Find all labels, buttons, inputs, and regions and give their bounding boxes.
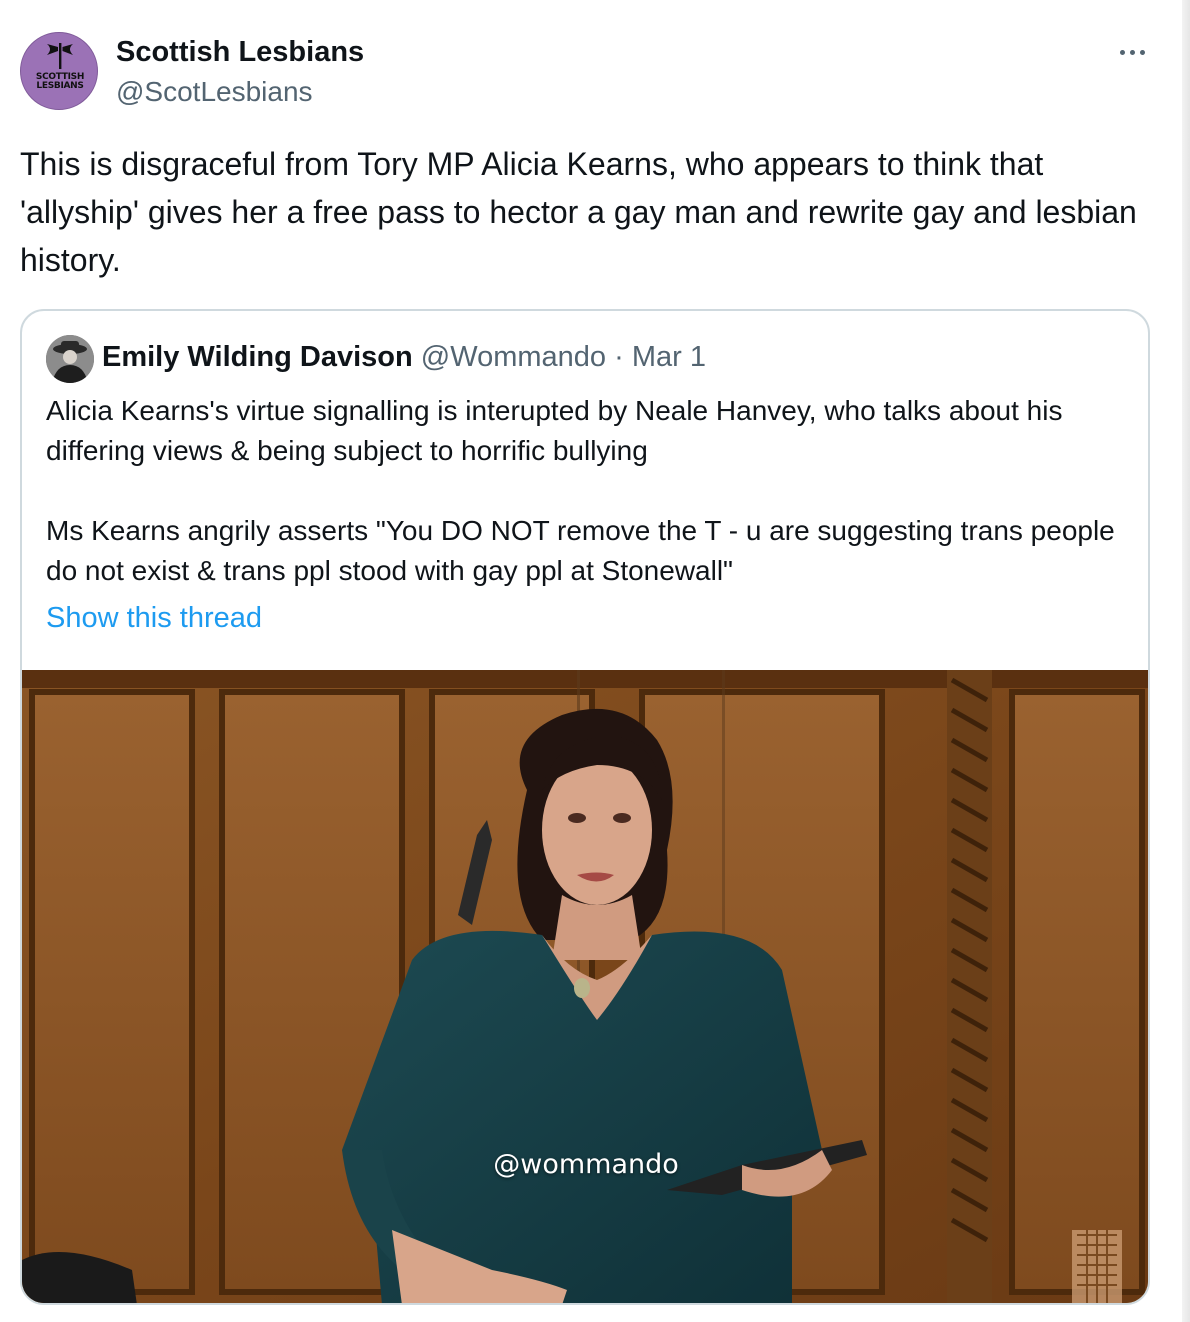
quoted-tweet-card[interactable]: Emily Wilding Davison @Wommando · Mar 1 … — [20, 309, 1150, 1305]
tweet: SCOTTISH LESBIANS Scottish Lesbians @Sco… — [0, 0, 1180, 1322]
more-dot — [1139, 49, 1145, 55]
axe-logo-icon — [47, 43, 73, 69]
separator-dot: · — [614, 341, 624, 373]
video-watermark: @wommando — [493, 1149, 679, 1180]
quoted-tweet-text: Alicia Kearns's virtue signalling is int… — [46, 395, 1115, 586]
more-dot — [1119, 49, 1125, 55]
portrait-icon — [46, 335, 94, 383]
more-horizontal-icon[interactable] — [1114, 40, 1150, 64]
video-thumbnail[interactable]: @wommando — [22, 670, 1148, 1303]
author-name[interactable]: Scottish Lesbians — [116, 34, 364, 70]
show-thread-link[interactable]: Show this thread — [46, 598, 262, 638]
quoted-author-handle[interactable]: @Wommando — [421, 341, 606, 373]
tweet-text: This is disgraceful from Tory MP Alicia … — [20, 146, 1146, 278]
quoted-author-name[interactable]: Emily Wilding Davison — [102, 341, 413, 373]
quoted-tweet-header: Emily Wilding Davison @Wommando · Mar 1 — [102, 337, 706, 377]
quoted-tweet-date[interactable]: Mar 1 — [632, 341, 706, 373]
page-edge-shadow — [1182, 0, 1190, 1322]
more-dot — [1129, 49, 1135, 55]
author-handle[interactable]: @ScotLesbians — [116, 74, 313, 110]
video-frame-image — [22, 670, 1148, 1303]
avatar-text-line2: LESBIANS — [36, 81, 84, 91]
quoted-author-avatar[interactable] — [46, 335, 94, 383]
author-avatar[interactable]: SCOTTISH LESBIANS — [20, 32, 98, 110]
